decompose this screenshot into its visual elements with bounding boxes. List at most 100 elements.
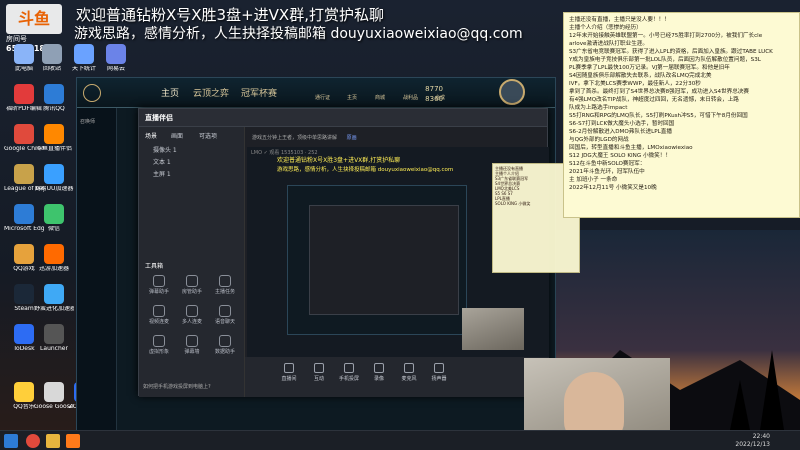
source-screen[interactable]: 主屏 1 bbox=[153, 169, 171, 178]
douyu-taskbar-icon[interactable] bbox=[66, 434, 80, 448]
note-line: 回国后，转型直播和斗鱼主播，LMOxiaowiexiao bbox=[569, 145, 693, 151]
desktop-icon[interactable]: 微信 bbox=[34, 204, 74, 233]
bottom-toolbar-button[interactable]: 互动 bbox=[305, 363, 333, 382]
desktop-icon-label: 野蛮进化加速器 bbox=[34, 306, 74, 312]
bottom-toolbar-button[interactable]: 扬声器 bbox=[425, 363, 453, 382]
tool-button[interactable]: 语音聊天 bbox=[211, 305, 239, 325]
toolbar-icon bbox=[344, 363, 354, 373]
lol-sidebar: 召唤师 bbox=[77, 108, 117, 433]
tool-label: 语音聊天 bbox=[214, 319, 235, 325]
nav-home[interactable]: 主页 bbox=[347, 94, 357, 101]
desktop-icon[interactable]: 斗鱼直播伴侣 bbox=[34, 124, 74, 153]
bottom-toolbar-button[interactable]: 录像 bbox=[365, 363, 393, 382]
note-line: S6-S7打到LCK做大魔头小选手，暂时回国 bbox=[569, 121, 675, 127]
chrome-taskbar-icon[interactable] bbox=[26, 434, 40, 448]
tab-scene[interactable]: 场景 bbox=[145, 131, 157, 140]
nested-danmu2: 游戏思路，感情分析，人生抉择投稿邮箱 douyuxiaoweixiao@qq.c… bbox=[277, 167, 454, 173]
tool-label: 数据助手 bbox=[214, 349, 235, 355]
app-icon bbox=[14, 204, 34, 224]
nav-pass[interactable]: 通行证 bbox=[315, 94, 330, 101]
desktop-icon-label: 网易云 bbox=[106, 66, 125, 72]
desktop-icon-label: 斗鱼直播伴侣 bbox=[35, 146, 72, 152]
desktop-icon-label: 网易UU加速器 bbox=[34, 186, 74, 192]
tab-clash[interactable]: 冠军杯赛 bbox=[241, 86, 277, 99]
app-icon bbox=[14, 244, 34, 264]
profile-avatar[interactable] bbox=[499, 79, 525, 105]
tool-label: 弹幕助手 bbox=[148, 289, 169, 295]
tab-tft[interactable]: 云顶之弈 bbox=[193, 86, 229, 99]
app-icon bbox=[44, 84, 64, 104]
obs-left-panel: 场景 画面 可选项 摄像头 1 文本 1 主屏 1 工具箱 弹幕助手 房管助手 主播… bbox=[139, 127, 245, 397]
douyu-logo: 斗鱼 bbox=[6, 4, 62, 34]
desktop-icon[interactable]: 迅游加速器 bbox=[34, 244, 74, 273]
tool-button[interactable]: 弹幕助手 bbox=[145, 275, 173, 295]
note-line: S12在斗鱼中新SOLO赛冠军： bbox=[569, 161, 646, 167]
desktop-icon[interactable]: 腾讯QQ bbox=[34, 84, 74, 113]
nav-loot[interactable]: 战利品 bbox=[403, 94, 418, 101]
tool-button[interactable]: 弹幕墙 bbox=[178, 335, 206, 355]
tool-button[interactable]: 虚拟形象 bbox=[145, 335, 173, 355]
bottom-toolbar-button[interactable]: 手机投屏 bbox=[335, 363, 363, 382]
bottom-hint[interactable]: 如何把手机游戏投屏到电脑上? bbox=[143, 383, 211, 390]
preview-tag[interactable]: 原画 bbox=[347, 135, 357, 141]
tab-options[interactable]: 可选项 bbox=[199, 131, 217, 140]
obs-logo: 直播伴侣 bbox=[145, 114, 173, 122]
stream-companion-window[interactable]: 直播伴侣 场景 画面 可选项 摄像头 1 文本 1 主屏 1 工具箱 弹幕助手 房… bbox=[138, 108, 549, 397]
toolbar-icon bbox=[374, 363, 384, 373]
tool-label: 虚拟形象 bbox=[148, 349, 169, 355]
tool-button[interactable]: 数据助手 bbox=[211, 335, 239, 355]
note-line: Y成为皇族电子竞技俱乐部第一批LOL队员，后面因为队伍解散位置问题，S3L bbox=[569, 57, 761, 63]
toolbar-label: 扬声器 bbox=[431, 376, 447, 382]
tool-label: 弹幕墙 bbox=[184, 349, 200, 355]
note-line: S12 JDG大魔王 SOLO KING 小微笑！！ bbox=[569, 153, 671, 159]
tool-icon bbox=[186, 275, 198, 287]
start-icon[interactable] bbox=[4, 434, 18, 448]
app-icon bbox=[44, 284, 64, 304]
danmu-overlay-line2: 游戏思路，感情分析，人生抉择投稿邮箱 douyuxiaoweixiao@qq.c… bbox=[74, 26, 523, 42]
app-icon bbox=[74, 44, 94, 64]
webcam-overlay-small bbox=[462, 308, 524, 350]
desktop-icon[interactable]: 网易UU加速器 bbox=[34, 164, 74, 193]
tool-button[interactable]: 视频连麦 bbox=[145, 305, 173, 325]
note-line: 12年末开始接触英雄联盟第一。小号已经75胜率打到2700分，被我们厂长cle bbox=[569, 33, 763, 39]
tab-screen[interactable]: 画面 bbox=[171, 131, 183, 140]
app-icon bbox=[106, 44, 126, 64]
lol-logo-icon[interactable] bbox=[83, 84, 101, 102]
bottom-toolbar-button[interactable]: 直播间 bbox=[275, 363, 303, 382]
source-text[interactable]: 文本 1 bbox=[153, 157, 171, 166]
tool-icon bbox=[219, 275, 231, 287]
toolbar-icon bbox=[434, 363, 444, 373]
app-icon bbox=[14, 284, 34, 304]
note-line: 主播还没有直播，主播只是没人要！！！ bbox=[569, 17, 670, 23]
desktop-icon-label: Launcher bbox=[40, 346, 68, 352]
tool-button[interactable]: 主播任务 bbox=[211, 275, 239, 295]
note-line: 主播个人介绍（悲惨的经历） bbox=[569, 25, 642, 31]
toolbar-label: 直播间 bbox=[281, 376, 297, 382]
tool-label: 多人连麦 bbox=[181, 319, 202, 325]
bottom-toolbar-button[interactable]: 麦克风 bbox=[395, 363, 423, 382]
tool-button[interactable]: 房管助手 bbox=[178, 275, 206, 295]
tool-icon bbox=[219, 305, 231, 317]
screen-root: 斗鱼 房间号 6535618 欢迎普通钻粉X号X胜3盘+进VX群,打赏护私聊 游… bbox=[0, 0, 800, 450]
tool-icon bbox=[153, 275, 165, 287]
danmu-overlay-line1: 欢迎普通钻粉X号X胜3盘+进VX群,打赏护私聊 bbox=[76, 6, 384, 24]
rp-count: 8360 bbox=[425, 95, 443, 103]
note-line: PL赛季拿了LPL最快100万记录。VJ第一届联赛冠军。和他是旧年 bbox=[569, 65, 730, 71]
preview-title-bar: 游戏五分钟上王者，顶级中单思路讲解 原画 bbox=[247, 129, 549, 145]
explorer-taskbar-icon[interactable] bbox=[46, 434, 60, 448]
desktop-icon[interactable]: 网易云 bbox=[96, 44, 136, 73]
tool-label: 主播任务 bbox=[214, 289, 235, 295]
sticky-note[interactable]: 主播还没有直播，主播只是没人要！！！ 主播个人介绍（悲惨的经历） 12年末开始接触英… bbox=[563, 12, 800, 218]
toolbar-icon bbox=[404, 363, 414, 373]
note-line: 主 加班小子 一条命 bbox=[569, 177, 618, 183]
tab-home[interactable]: 主页 bbox=[161, 86, 179, 99]
desktop-icon[interactable]: 野蛮进化加速器 bbox=[34, 284, 74, 313]
tool-button[interactable]: 多人连麦 bbox=[178, 305, 206, 325]
desktop-icon[interactable]: Launcher bbox=[34, 324, 74, 353]
nav-store[interactable]: 商城 bbox=[375, 94, 385, 101]
nested-danmu1: 欢迎普通钻粉X号X胜3盘+进VX群,打赏护私聊 bbox=[277, 157, 401, 164]
tool-icon bbox=[186, 335, 198, 347]
note-line: S5打RNG和RPG的LMQ队长，S5打刷PKush冲S5，可惜下午8月份回国 bbox=[569, 113, 748, 119]
source-camera[interactable]: 摄像头 1 bbox=[153, 145, 177, 154]
system-clock[interactable]: 22:40 2022/12/13 bbox=[735, 433, 770, 449]
